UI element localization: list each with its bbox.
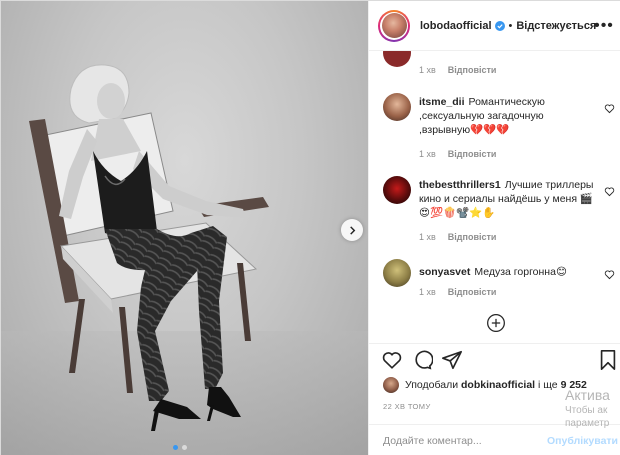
comment-time: 1 хв [419,65,436,75]
carousel-indicator [173,445,187,450]
post-header: lobodaofficial • Відстежується ••• [369,1,620,51]
comment-body: thebestthrillers1 Лучшие триллеры кино и … [419,178,595,220]
carousel-dot-2 [182,445,187,450]
commenter-avatar[interactable] [383,51,411,67]
heart-outline-icon[interactable] [604,186,615,197]
reply-button[interactable]: Відповісти [448,149,497,159]
likes-summary: Уподобали dobkinaofficial і ще 9 252 [383,377,620,393]
more-horizontal-icon: ••• [594,17,614,34]
publish-button[interactable]: Опублікувати [547,435,618,447]
like-heart-icon[interactable] [381,349,403,371]
comment-time: 1 хв [419,232,436,242]
liker-avatar[interactable] [383,377,399,393]
comment-bubble-icon[interactable] [411,349,433,371]
post-photo[interactable] [1,1,368,455]
comment-meta: 1 хв Відповісти [419,149,496,159]
comment-input[interactable] [383,433,533,449]
comment-meta: 1 хв Відповісти [419,232,496,242]
share-send-icon[interactable] [441,349,463,371]
likes-suffix: і ще [538,379,558,391]
commenter-username[interactable]: thebestthrillers1 [419,179,501,191]
commenter-username[interactable]: itsme_dii [419,96,465,108]
load-more-comments-icon[interactable] [486,313,506,333]
post-dialog: lobodaofficial • Відстежується ••• 1 хв В… [0,0,620,455]
next-photo-button[interactable] [341,219,363,241]
bookmark-icon[interactable] [597,349,619,371]
header-separator: • [508,19,513,32]
following-button[interactable]: Відстежується [516,20,596,32]
comment-meta: 1 хв Відповісти [419,287,496,297]
post-actions [369,343,620,377]
comment-body: itsme_dii Романтическую ,сексуальную зага… [419,95,595,137]
reply-button[interactable]: Відповісти [448,232,497,242]
comment-time: 1 хв [419,287,436,297]
commenter-username[interactable]: sonyasvet [419,266,470,278]
commenter-avatar[interactable] [383,176,411,204]
comment-composer: Опублікувати [369,424,620,455]
reply-button[interactable]: Відповісти [448,65,497,75]
carousel-dot-1 [173,445,178,450]
author-avatar[interactable] [378,9,410,42]
likes-count[interactable]: 9 252 [561,379,587,391]
verified-badge-icon [494,20,505,31]
comment-text: Медуза горгонна😊 [474,266,567,278]
comment-time: 1 хв [419,149,436,159]
photo-image [1,64,368,455]
heart-outline-icon[interactable] [604,269,615,280]
comment-item: itsme_dii Романтическую ,сексуальную зага… [383,93,615,163]
likes-prefix: Уподобали [405,379,459,391]
heart-outline-icon[interactable] [604,103,615,114]
commenter-avatar[interactable] [383,93,411,121]
comment-body: sonyasvet Медуза горгонна😊 [419,265,595,279]
comment-item: sonyasvet Медуза горгонна😊 1 хв Відповісти [383,259,615,303]
comment-meta: 1 хв Відповісти [419,65,496,75]
author-username[interactable]: lobodaofficial [420,20,492,32]
comment-item: thebestthrillers1 Лучшие триллеры кино и … [383,176,615,246]
post-sidebar: lobodaofficial • Відстежується ••• 1 хв В… [368,1,620,455]
comment-item: 1 хв Відповісти [383,51,615,75]
more-options-button[interactable]: ••• [594,16,614,36]
commenter-avatar[interactable] [383,259,411,287]
reply-button[interactable]: Відповісти [448,287,497,297]
chevron-right-icon [349,225,355,235]
liker-username[interactable]: dobkinaofficial [461,379,535,391]
post-timestamp[interactable]: 22 хв тому [383,402,431,411]
comments-list: 1 хв Відповісти itsme_dii Романтическую ,с… [369,51,620,343]
